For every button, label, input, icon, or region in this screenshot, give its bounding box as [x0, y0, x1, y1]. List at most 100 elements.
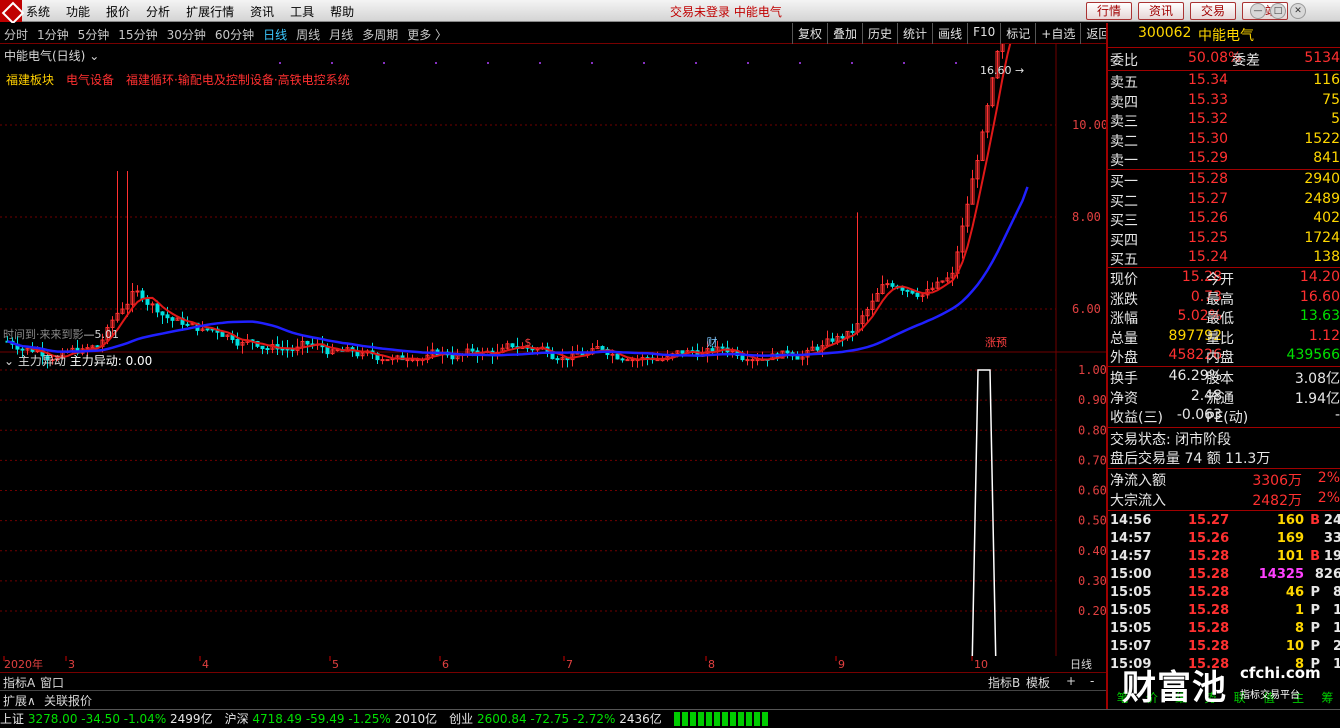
period-tab-monthly[interactable]: 月线	[329, 26, 353, 43]
zoom-out-button[interactable]: -	[1090, 674, 1094, 688]
tool-stats[interactable]: 统计	[897, 23, 932, 44]
candle-body	[405, 359, 410, 362]
ind-tick-label: 1.00	[1078, 363, 1106, 377]
period-tab-multi[interactable]: 多周期	[362, 26, 398, 43]
period-tab-intraday[interactable]: 分时	[4, 26, 28, 43]
news-button[interactable]: 资讯	[1138, 2, 1184, 20]
kline-chart[interactable]: 16.0014.0012.0010.008.006.001.000.900.80…	[0, 44, 1106, 656]
concept-1[interactable]: 电气设备	[66, 73, 114, 87]
candle-body	[260, 345, 265, 350]
ind-tick-label: 0.80	[1078, 423, 1106, 437]
candle-body	[555, 358, 560, 361]
signal-dot	[903, 62, 905, 64]
tool-mark[interactable]: 标记	[1000, 23, 1035, 44]
candle-body	[720, 346, 725, 349]
tab-extend[interactable]: 扩展∧	[3, 692, 36, 709]
period-tab-5min[interactable]: 5分钟	[78, 26, 110, 43]
ind-tick-label: 0.20	[1078, 604, 1106, 618]
tool-adjust[interactable]: 复权	[792, 23, 827, 44]
candle-body	[265, 348, 270, 351]
app-logo-icon[interactable]	[0, 0, 22, 22]
candle-body	[815, 346, 820, 351]
tool-f10[interactable]: F10	[967, 23, 1000, 44]
tab-indicator-b[interactable]: 指标B	[988, 674, 1020, 691]
period-tab-60min[interactable]: 60分钟	[215, 26, 254, 43]
tab-related-quote[interactable]: 关联报价	[44, 692, 92, 709]
tool-add-watch[interactable]: +自选	[1035, 23, 1080, 44]
high-price-label: 16.60 →	[980, 64, 1024, 77]
candle-body	[850, 330, 855, 333]
ask-row: 卖一 15.29 841	[1110, 150, 1340, 169]
tool-history[interactable]: 历史	[862, 23, 897, 44]
menu-item-quote[interactable]: 报价	[106, 3, 130, 20]
candle-body	[630, 359, 635, 362]
tab-window[interactable]: 窗口	[40, 674, 64, 691]
panel-separator	[1108, 47, 1340, 48]
index-quote[interactable]: 沪深 4718.49 -59.49 -1.25% 2010亿	[225, 710, 438, 728]
tool-overlay[interactable]: 叠加	[827, 23, 862, 44]
panel-separator	[1108, 169, 1340, 170]
index-quote[interactable]: 上证 3278.00 -34.50 -1.04% 2499亿	[0, 710, 213, 728]
candle-body	[620, 358, 625, 361]
ask-row: 卖三 15.32 5	[1110, 111, 1340, 130]
board-label[interactable]: 福建板块	[6, 73, 54, 87]
signal-dot	[279, 62, 281, 64]
menu-item-system[interactable]: 系统	[26, 3, 50, 20]
candle-body	[890, 283, 895, 287]
zoom-in-button[interactable]: +	[1066, 674, 1076, 688]
candle-body	[20, 348, 25, 351]
ask-row: 卖二 15.30 1522	[1110, 130, 1340, 150]
month-label: 3	[68, 658, 75, 671]
period-tab-1min[interactable]: 1分钟	[37, 26, 69, 43]
minimize-icon[interactable]: —	[1250, 3, 1266, 19]
chevron-down-icon[interactable]: ⌄	[4, 354, 14, 368]
weibi-row: 委比 50.08% 委差 5134	[1110, 50, 1340, 69]
watermark-logo: 财富池 cfchi.com 指标交易平台	[1122, 664, 1321, 708]
period-tab-more[interactable]: 更多 〉	[407, 26, 447, 43]
quote-panel: 300062 中能电气 委比 50.08% 委差 5134 卖五 15.34 116 卖四 15.3…	[1106, 23, 1340, 709]
candle-body	[900, 287, 905, 291]
signal-dot	[383, 62, 385, 64]
candle-body	[610, 353, 615, 356]
tick-row: 14:57 15.28 101 B 19	[1110, 549, 1340, 564]
date-axis: 2020年 3 4 5 6 7 8 9 10 日线	[3, 656, 1092, 671]
chevron-down-icon[interactable]: ⌄	[89, 49, 99, 63]
period-tab-30min[interactable]: 30分钟	[167, 26, 206, 43]
tick-row: 14:56 15.27 160 B 24	[1110, 513, 1340, 528]
period-tab-daily[interactable]: 日线	[263, 26, 287, 43]
menu-item-analysis[interactable]: 分析	[146, 3, 170, 20]
tab-indicator-a[interactable]: 指标A	[3, 674, 35, 691]
index-quote[interactable]: 创业 2600.84 -72.75 -2.72% 2436亿	[449, 710, 662, 728]
menu-item-extended[interactable]: 扩展行情	[186, 3, 234, 20]
month-label: 7	[566, 658, 573, 671]
y-tick-label: 8.00	[1072, 210, 1101, 224]
quote-button[interactable]: 行情	[1086, 2, 1132, 20]
menu-item-help[interactable]: 帮助	[330, 3, 354, 20]
candle-body	[220, 331, 225, 337]
concept-2[interactable]: 福建循环·输配电及控制设备·高铁电控系统	[126, 73, 350, 87]
tool-draw[interactable]: 画线	[932, 23, 967, 44]
event-marker: 财	[707, 335, 718, 349]
login-status: 交易未登录 中能电气	[670, 5, 782, 19]
close-icon[interactable]: ✕	[1290, 3, 1306, 19]
maximize-icon[interactable]: □	[1270, 3, 1286, 19]
candle-body	[150, 303, 155, 306]
candle-body	[235, 338, 240, 346]
stock-header: 300062 中能电气	[1138, 25, 1254, 44]
candle-body	[750, 359, 755, 362]
period-tab-15min[interactable]: 15分钟	[118, 26, 157, 43]
signal-dot	[435, 62, 437, 64]
candle-body	[745, 359, 750, 362]
tab-template[interactable]: 模板	[1026, 674, 1050, 691]
stats-row: 现价 15.28 今开 14.20	[1110, 269, 1340, 288]
menu-item-news[interactable]: 资讯	[250, 3, 274, 20]
month-label: 6	[442, 658, 449, 671]
menu-item-function[interactable]: 功能	[66, 3, 90, 20]
trade-button[interactable]: 交易	[1190, 2, 1236, 20]
panel-separator	[1108, 70, 1340, 71]
candle-body	[410, 359, 415, 362]
period-tab-weekly[interactable]: 周线	[296, 26, 320, 43]
fundamental-row: 净资 2.48 流通 1.94亿	[1110, 387, 1340, 407]
tick-row: 15:05 15.28 8 P 1	[1110, 621, 1340, 636]
menu-item-tools[interactable]: 工具	[290, 3, 314, 20]
